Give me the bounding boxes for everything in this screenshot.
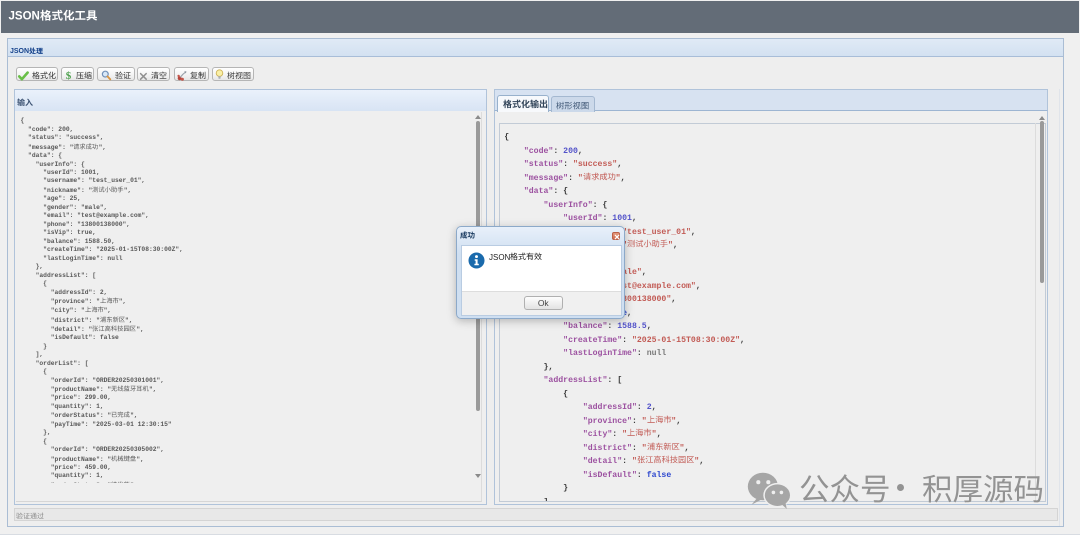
svg-text:$: $ bbox=[65, 70, 71, 82]
